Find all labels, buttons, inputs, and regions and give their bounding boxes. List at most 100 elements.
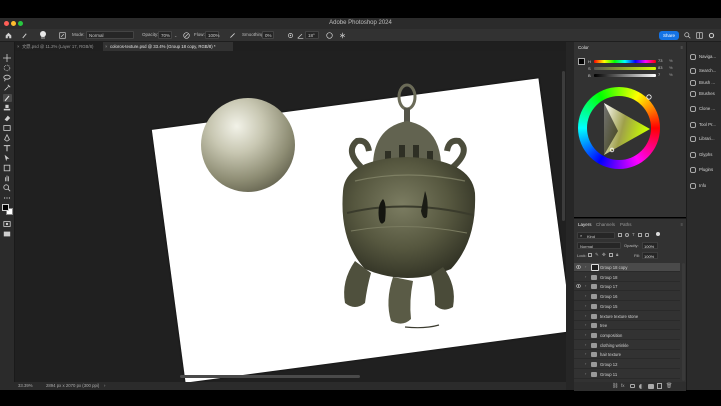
dock-item[interactable]: Librari... <box>689 134 721 144</box>
marquee-tool-icon[interactable] <box>3 64 12 72</box>
hand-tool-icon[interactable] <box>3 174 12 182</box>
pressure-opacity-icon[interactable] <box>182 31 190 39</box>
dock-item[interactable]: Brush ... <box>689 78 721 88</box>
fill-input[interactable]: 100% <box>642 252 658 259</box>
eye-hidden-icon[interactable] <box>576 323 581 327</box>
brightness-slider[interactable] <box>594 74 656 77</box>
vertical-scrollbar[interactable] <box>562 71 565 221</box>
type-tool-icon[interactable] <box>3 144 12 152</box>
expand-chevron-icon[interactable]: › <box>585 342 586 347</box>
layer-filter-select[interactable]: ⌕ Kind <box>577 232 615 239</box>
dock-item[interactable]: Glyphs <box>689 150 721 160</box>
saturation-slider[interactable] <box>594 67 656 70</box>
smoothing-input[interactable]: 0% <box>262 31 274 39</box>
layer-style-icon[interactable]: fx <box>621 383 625 388</box>
share-button[interactable]: Share <box>659 31 679 40</box>
layer-row[interactable]: › texture texture stone <box>574 312 680 321</box>
layer-row[interactable]: › composition <box>574 331 680 340</box>
layer-row[interactable]: › Group 18 copy <box>574 263 680 272</box>
brightness-value[interactable]: 7 <box>658 72 660 77</box>
foreground-color-swatch[interactable] <box>2 204 9 211</box>
hue-value[interactable]: 73 <box>658 58 662 63</box>
expand-chevron-icon[interactable]: › <box>585 293 586 298</box>
document-info[interactable]: 2894 px x 2070 px (300 ppi) <box>46 383 99 388</box>
layer-row[interactable]: › Group 15 <box>574 302 680 311</box>
pen-tool-icon[interactable] <box>3 133 12 142</box>
close-tab-icon[interactable]: × <box>105 42 108 51</box>
color-triangle[interactable] <box>578 87 660 169</box>
layer-row[interactable]: › hair texture <box>574 350 680 360</box>
brush-tool-icon[interactable] <box>3 94 12 102</box>
dock-item[interactable]: Clone ... <box>689 104 721 114</box>
symmetry-icon[interactable] <box>338 31 346 39</box>
shape-tool-icon[interactable] <box>3 164 12 172</box>
expand-chevron-icon[interactable]: › <box>585 303 586 308</box>
lock-image-icon[interactable]: ✎ <box>595 252 599 258</box>
zoom-level[interactable]: 33.39% <box>18 383 33 388</box>
eye-hidden-icon[interactable] <box>576 343 581 347</box>
tab-paths[interactable]: Paths <box>620 222 632 227</box>
brush-tool-preset-icon[interactable] <box>20 31 28 39</box>
layer-row[interactable]: › Group 11 <box>574 370 680 379</box>
eye-hidden-icon[interactable] <box>576 352 581 356</box>
expand-chevron-icon[interactable]: › <box>585 332 586 337</box>
foreground-swatch[interactable] <box>578 58 585 65</box>
new-group-icon[interactable] <box>648 384 654 389</box>
delete-layer-icon[interactable]: 🗑︎ <box>666 383 672 389</box>
brush-preset-picker[interactable]: 50 <box>38 31 50 40</box>
document-canvas[interactable] <box>15 51 566 382</box>
saturation-value[interactable]: 83 <box>658 65 662 70</box>
dock-item[interactable]: Plugins <box>689 165 721 175</box>
expand-chevron-icon[interactable]: › <box>585 313 586 318</box>
dock-item[interactable]: Naviga... <box>689 52 721 62</box>
document-tab-active[interactable]: × coloros-texture.psd @ 33.4% (Group 18 … <box>103 42 233 51</box>
dock-item[interactable]: Tool Pr... <box>689 120 721 130</box>
filter-toggle[interactable] <box>656 232 660 236</box>
layers-scrollbar[interactable] <box>682 263 685 381</box>
tab-layers[interactable]: Layers <box>578 222 592 227</box>
layer-row[interactable]: › Group 12 <box>574 360 680 369</box>
expand-chevron-icon[interactable]: › <box>585 274 586 279</box>
eye-hidden-icon[interactable] <box>576 372 581 376</box>
dock-item[interactable]: Brushes <box>689 89 721 99</box>
filter-type-icon[interactable]: T <box>632 232 635 237</box>
layer-row[interactable]: › Group 16 <box>574 292 680 302</box>
filter-shape-icon[interactable] <box>638 233 642 237</box>
filter-pixel-icon[interactable] <box>618 233 622 237</box>
airbrush-icon[interactable] <box>228 31 236 39</box>
dock-item[interactable]: Info <box>689 181 721 191</box>
lock-all-icon[interactable]: 🔒︎ <box>616 252 618 257</box>
panel-menu-icon[interactable]: ≡ <box>681 222 683 227</box>
eye-hidden-icon[interactable] <box>576 362 581 366</box>
settings-icon[interactable] <box>707 31 715 39</box>
expand-chevron-icon[interactable]: › <box>585 283 586 288</box>
filter-smart-object-icon[interactable] <box>645 233 649 237</box>
hue-slider[interactable] <box>594 60 656 63</box>
smoothing-settings-icon[interactable] <box>286 31 294 39</box>
eye-hidden-icon[interactable] <box>576 333 581 337</box>
clone-stamp-tool-icon[interactable] <box>3 104 12 112</box>
mode-select[interactable]: Normal <box>86 31 134 39</box>
pressure-size-icon[interactable] <box>325 31 333 39</box>
lasso-tool-icon[interactable] <box>3 74 12 82</box>
blend-mode-select[interactable]: Normal <box>577 242 621 249</box>
expand-chevron-icon[interactable]: › <box>585 351 586 356</box>
screen-mode-icon[interactable] <box>3 230 12 238</box>
home-icon[interactable] <box>4 31 12 39</box>
more-tools-icon[interactable] <box>3 194 12 202</box>
dock-item[interactable]: Search... <box>689 66 721 76</box>
filter-adjustment-icon[interactable] <box>625 233 629 237</box>
eye-hidden-icon[interactable] <box>576 275 581 279</box>
color-swatches[interactable] <box>2 204 13 216</box>
brush-settings-icon[interactable] <box>58 31 66 39</box>
workspace-icon[interactable] <box>695 31 703 39</box>
lock-artboard-icon[interactable] <box>609 253 613 257</box>
eraser-tool-icon[interactable] <box>3 114 12 122</box>
status-menu-icon[interactable]: › <box>104 383 105 388</box>
eye-hidden-icon[interactable] <box>576 314 581 318</box>
layer-row[interactable]: › Group 18 <box>574 273 680 282</box>
expand-chevron-icon[interactable]: › <box>585 322 586 327</box>
layer-opacity-input[interactable]: 100% <box>642 242 658 249</box>
panel-menu-icon[interactable]: ≡ <box>681 45 683 50</box>
opacity-input[interactable]: 70% <box>158 31 172 39</box>
